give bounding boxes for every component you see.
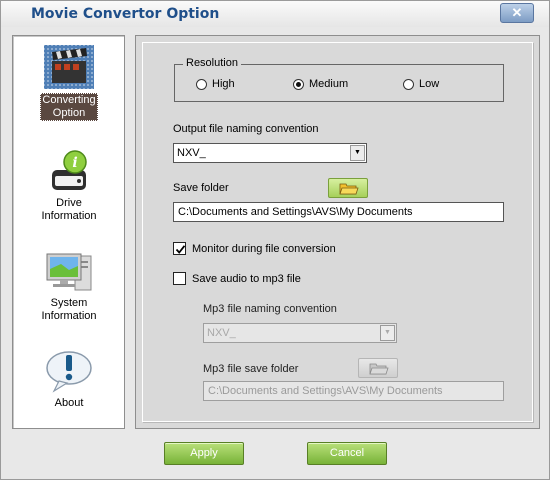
monitor-checkbox[interactable]: Monitor during file conversion [173, 242, 336, 255]
sidebar-item-system-information[interactable]: System Information [19, 248, 119, 323]
mp3-browse-folder-button[interactable] [358, 358, 398, 378]
radio-label: Medium [309, 78, 349, 90]
computer-icon [46, 253, 92, 291]
save-folder-field[interactable]: C:\Documents and Settings\AVS\My Documen… [173, 202, 504, 222]
output-naming-label: Output file naming convention [173, 123, 319, 135]
apply-button[interactable]: Apply [164, 442, 244, 465]
checkmark-icon [175, 245, 186, 254]
mp3-folder-value: C:\Documents and Settings\AVS\My Documen… [208, 385, 443, 397]
close-icon: ✕ [511, 5, 523, 20]
checkbox-box[interactable] [173, 242, 186, 255]
mp3-naming-select[interactable]: NXV_ ▼ [203, 323, 397, 343]
sidebar-item-about[interactable]: About [19, 348, 119, 410]
output-naming-value: NXV_ [177, 147, 206, 159]
mp3-naming-label: Mp3 file naming convention [203, 303, 337, 315]
mp3-folder-field[interactable]: C:\Documents and Settings\AVS\My Documen… [203, 381, 504, 401]
resolution-group: Resolution High Medium Low [174, 57, 504, 102]
monitor-label: Monitor during file conversion [192, 242, 336, 255]
folder-open-icon [339, 183, 359, 195]
sidebar-item-label: Converting Option [40, 93, 98, 121]
svg-text:i: i [72, 155, 77, 171]
sidebar: Converting Option i Drive Information Sy… [12, 35, 125, 429]
chevron-down-icon[interactable]: ▼ [350, 145, 365, 161]
resolution-low-radio[interactable]: Low [403, 78, 439, 90]
radio-circle[interactable] [196, 78, 207, 90]
sidebar-item-label: System Information [41, 297, 97, 322]
resolution-medium-radio[interactable]: Medium [293, 78, 348, 90]
cancel-button[interactable]: Cancel [307, 442, 387, 465]
chevron-down-icon[interactable]: ▼ [380, 325, 395, 341]
radio-circle[interactable] [403, 78, 414, 90]
window-title: Movie Convertor Option [31, 6, 220, 22]
title-bar[interactable]: Movie Convertor Option ✕ [1, 1, 549, 27]
save-folder-label: Save folder [173, 182, 229, 194]
checkbox-box[interactable] [173, 272, 186, 285]
sidebar-item-drive-information[interactable]: i Drive Information [19, 148, 119, 223]
sidebar-item-label: Drive Information [41, 197, 97, 222]
close-button[interactable]: ✕ [500, 3, 534, 23]
radio-label: High [212, 78, 235, 90]
save-audio-label: Save audio to mp3 file [192, 272, 301, 285]
dialog-window: Movie Convertor Option ✕ Converting Opti… [0, 0, 550, 480]
radio-circle[interactable] [293, 78, 304, 90]
sidebar-item-label: About [54, 397, 84, 409]
sidebar-item-converting-option[interactable]: Converting Option [19, 44, 119, 121]
speech-exclamation-icon [46, 351, 92, 393]
resolution-high-radio[interactable]: High [196, 78, 235, 90]
film-clapper-icon [44, 45, 94, 89]
output-naming-select[interactable]: NXV_ ▼ [173, 143, 367, 163]
mp3-naming-value: NXV_ [207, 327, 236, 339]
browse-folder-button[interactable] [328, 178, 368, 198]
resolution-legend: Resolution [183, 57, 241, 69]
folder-open-icon [369, 363, 389, 375]
drive-info-icon: i [52, 150, 87, 190]
radio-label: Low [419, 78, 440, 90]
save-folder-value: C:\Documents and Settings\AVS\My Documen… [178, 206, 413, 218]
mp3-folder-label: Mp3 file save folder [203, 363, 299, 375]
settings-panel: Resolution High Medium Low Output file n… [135, 35, 540, 429]
save-audio-checkbox[interactable]: Save audio to mp3 file [173, 272, 301, 285]
